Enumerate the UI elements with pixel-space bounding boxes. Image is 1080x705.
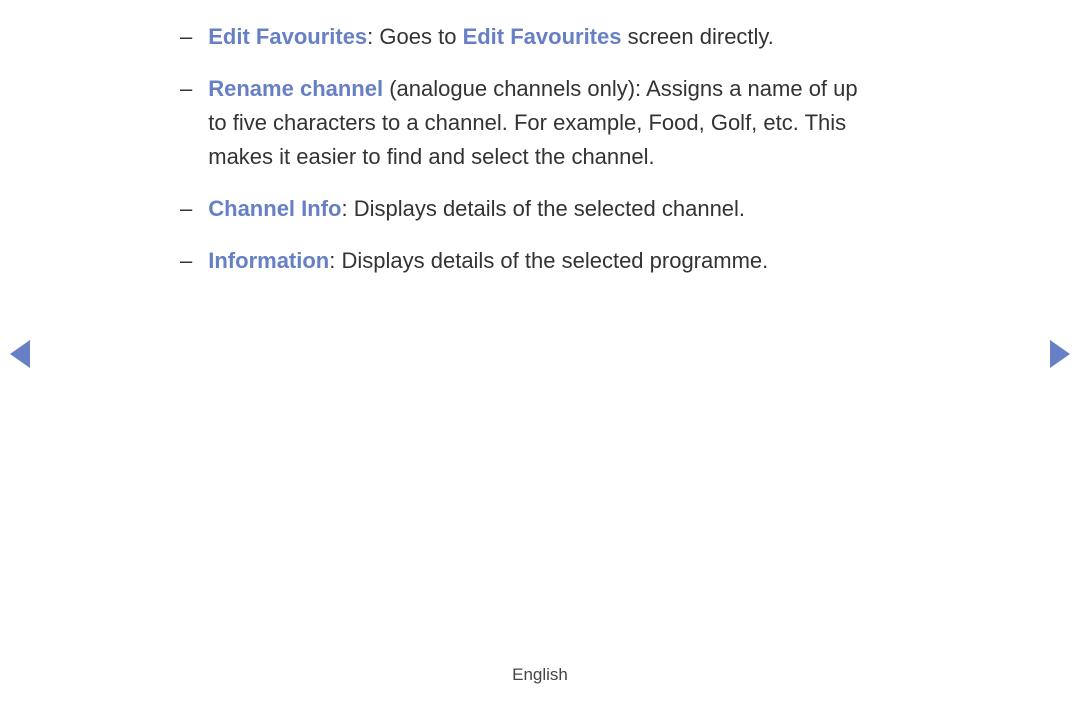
list-item: – Channel Info: Displays details of the … [180,192,870,226]
inline-term-edit-favourites: Edit Favourites [463,24,622,49]
previous-page-arrow-icon[interactable] [10,340,30,368]
term-rename-channel: Rename channel [208,76,383,101]
list-item: – Edit Favourites: Goes to Edit Favourit… [180,20,870,54]
item-text: Information: Displays details of the sel… [208,244,870,278]
next-page-arrow-icon[interactable] [1050,340,1070,368]
item-text: Rename channel (analogue channels only):… [208,72,870,174]
term-channel-info: Channel Info [208,196,341,221]
bullet-dash-icon: – [180,244,192,278]
footer-language: English [0,665,1080,685]
content-area: – Edit Favourites: Goes to Edit Favourit… [0,0,950,279]
bullet-dash-icon: – [180,72,192,106]
separator: : [329,248,341,273]
list-item: – Information: Displays details of the s… [180,244,870,278]
item-text: Edit Favourites: Goes to Edit Favourites… [208,20,870,54]
pre-inline-text: Goes to [379,24,462,49]
term-information: Information [208,248,329,273]
term-edit-favourites: Edit Favourites [208,24,367,49]
description: Displays details of the selected channel… [354,196,745,221]
description: Displays details of the selected program… [341,248,768,273]
post-inline-text: screen directly. [621,24,773,49]
item-text: Channel Info: Displays details of the se… [208,192,870,226]
list-item: – Rename channel (analogue channels only… [180,72,870,174]
separator: : [367,24,379,49]
bullet-dash-icon: – [180,20,192,54]
separator: : [341,196,353,221]
bullet-dash-icon: – [180,192,192,226]
